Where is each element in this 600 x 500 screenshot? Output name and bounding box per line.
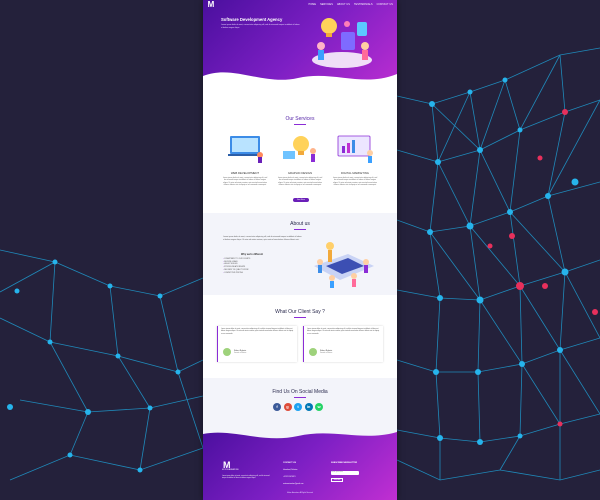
footer-logo-subtitle: MOTION ANIMATIONS <box>222 470 239 471</box>
testimonial-name: Robert Roberts <box>320 350 333 352</box>
services-title-underline <box>294 124 306 125</box>
services-title: Our Services <box>285 116 315 122</box>
nav-testimonials[interactable]: TESTIMONIALS <box>354 3 373 6</box>
web-development-illustration <box>228 136 263 163</box>
about-list: COMMITMENT TO OUR CLIENTS SECURE & SAFE … <box>223 258 250 274</box>
avatar <box>309 348 317 356</box>
service-card-marketing: DIGITAL MARKETING Lorem ipsum dolor sit … <box>332 133 378 187</box>
nav-menu: HOME SERVICES ABOUT US TESTIMONIALS CONT… <box>309 3 393 6</box>
about-title: About us <box>290 221 310 227</box>
service-text: Lorem ipsum dolor sit amet, consectetur … <box>222 177 268 187</box>
testimonial-name: Robert Roberts <box>234 350 247 352</box>
about-title-underline <box>294 229 306 230</box>
footer-address: Islamabad, Pakistan <box>283 470 298 471</box>
testimonials-title-underline <box>294 317 306 318</box>
testimonial-card: Lorem ipsum dolor sit amet, consectetur … <box>217 326 297 362</box>
social-title-underline <box>294 397 306 398</box>
testimonial-text: Lorem ipsum dolor sit amet, consectetur … <box>307 329 380 335</box>
service-card-graphic: GRAPHIC DESIGN Lorem ipsum dolor sit ame… <box>277 133 323 187</box>
footer-phone: +92 321 5673421 <box>283 477 296 478</box>
hero-section: M HOME SERVICES ABOUT US TESTIMONIALS CO… <box>203 0 397 106</box>
footer-email[interactable]: motionanimation@gmail.com <box>283 484 304 485</box>
top-nav: M HOME SERVICES ABOUT US TESTIMONIALS CO… <box>203 0 397 10</box>
google-plus-icon[interactable]: g <box>283 403 292 411</box>
footer-wave <box>203 424 397 439</box>
facebook-icon[interactable]: f <box>273 403 281 411</box>
subscribe-button[interactable]: Subscribe <box>331 478 343 482</box>
footer-text: Lorem ipsum dolor sit amet, consectetur … <box>222 476 270 480</box>
hero-illustration <box>312 18 372 68</box>
twitter-icon[interactable]: t <box>294 403 302 411</box>
social-icons: f g t in w <box>273 403 323 411</box>
testimonial-role: Founder of Motion <box>320 353 333 354</box>
site-logo[interactable]: M <box>206 1 216 9</box>
testimonial-role: Founder of Motion <box>234 353 247 354</box>
hero-subtitle: Lorem ipsum dolor sit amet, consectetur … <box>221 24 300 29</box>
hero-title: Software Development Agency <box>221 17 283 22</box>
nav-contact[interactable]: CONTACT US <box>377 3 393 6</box>
service-name: WEB DEVELOPMENT <box>230 171 260 175</box>
testimonials-title: What Our Client Say ? <box>275 309 325 315</box>
about-text: Lorem ipsum dolor sit amet, consectetur … <box>223 236 302 241</box>
copyright-text: Motion Animations All Rights Reserved <box>287 493 313 494</box>
digital-marketing-illustration <box>337 135 373 163</box>
testimonial-card: Lorem ipsum dolor sit amet, consectetur … <box>303 326 383 362</box>
nav-home[interactable]: HOME <box>309 3 317 6</box>
service-card-web: WEB DEVELOPMENT Lorem ipsum dolor sit am… <box>222 133 268 187</box>
hero-wave <box>203 72 397 106</box>
team-meeting-illustration <box>314 242 374 288</box>
avatar <box>223 348 231 356</box>
about-subtitle: Why we're different <box>241 253 263 256</box>
newsletter-heading: SUBSCRIBE NEWSLETTER <box>331 462 358 464</box>
testimonial-text: Lorem ipsum dolor sit amet, consectetur … <box>221 329 294 335</box>
footer-contact-heading: CONTACT US <box>283 462 296 464</box>
social-title: Find Us On Social Media <box>272 389 328 395</box>
linkedin-icon[interactable]: in <box>304 403 313 411</box>
nav-about[interactable]: ABOUT US <box>337 3 350 6</box>
footer-logo: M <box>223 460 231 470</box>
service-name: DIGITAL MARKETING <box>341 171 369 175</box>
service-text: Lorem ipsum dolor sit amet, consectetur … <box>277 177 323 187</box>
whatsapp-icon[interactable]: w <box>315 403 323 411</box>
list-item: COMPETITIVE PRICING <box>223 272 250 275</box>
nav-services[interactable]: SERVICES <box>320 3 333 6</box>
website-mockup: M HOME SERVICES ABOUT US TESTIMONIALS CO… <box>203 0 397 500</box>
see-more-button[interactable]: See More <box>293 198 309 202</box>
service-text: Lorem ipsum dolor sit amet, consectetur … <box>332 177 378 187</box>
newsletter-email-input[interactable]: Enter your email <box>331 471 359 475</box>
graphic-design-illustration <box>283 136 316 162</box>
service-name: GRAPHIC DESIGN <box>287 171 313 175</box>
